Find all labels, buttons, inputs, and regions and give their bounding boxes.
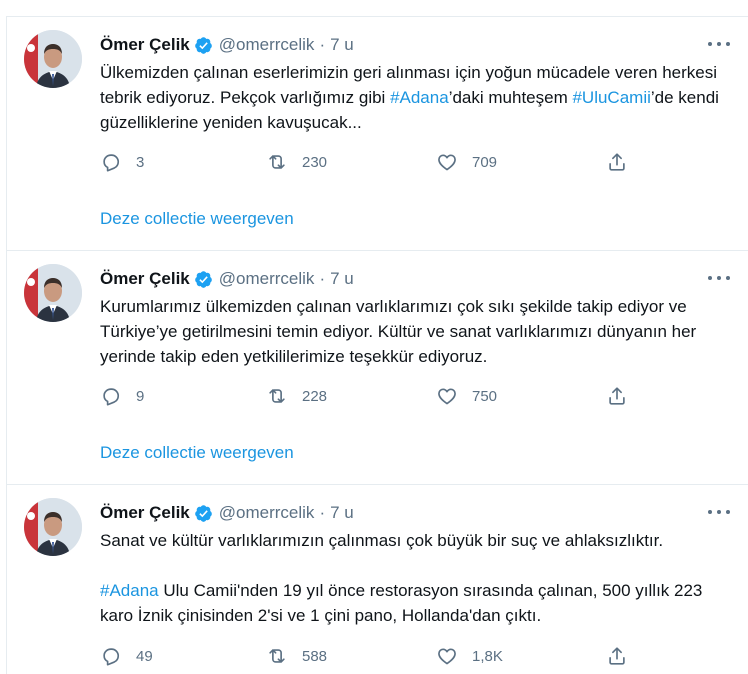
- tweet-1[interactable]: Ömer Çelik @omerrcelik · 7 u Ülkemizden …: [6, 17, 748, 249]
- like-button[interactable]: 709: [436, 150, 497, 174]
- separator: ·: [319, 503, 326, 522]
- retweet-icon: [266, 385, 288, 407]
- reply-count: 49: [136, 647, 153, 665]
- like-icon: [436, 151, 458, 173]
- separator: ·: [319, 35, 326, 54]
- verified-badge-icon: [194, 36, 213, 55]
- avatar[interactable]: [24, 498, 82, 556]
- tweet-text: Ülkemizden çalınan eserlerimizin geri al…: [100, 60, 730, 135]
- timestamp[interactable]: 7 u: [330, 269, 354, 289]
- timestamp[interactable]: 7 u: [330, 35, 354, 55]
- retweet-count: 228: [302, 387, 328, 405]
- share-icon: [606, 645, 628, 667]
- hashtag-link[interactable]: #Adana: [390, 88, 449, 107]
- reply-icon: [100, 645, 122, 667]
- author-handle[interactable]: @omerrcelik: [219, 503, 315, 523]
- verified-badge-icon: [194, 504, 213, 523]
- more-icon[interactable]: [708, 268, 730, 288]
- retweet-button[interactable]: 230: [266, 150, 327, 174]
- tweet-2[interactable]: Ömer Çelik @omerrcelik · 7 u Kurumlarımı…: [6, 251, 748, 483]
- retweet-count: 230: [302, 153, 328, 171]
- reply-count: 9: [136, 387, 145, 405]
- more-icon[interactable]: [708, 34, 730, 54]
- tweet-actions: 3 230 709: [100, 150, 640, 174]
- tweet-text: Kurumlarımız ülkemizden çalınan varlıkla…: [100, 294, 730, 369]
- share-button[interactable]: [606, 384, 628, 408]
- more-icon[interactable]: [708, 502, 730, 522]
- retweet-button[interactable]: 228: [266, 384, 327, 408]
- view-collection-link[interactable]: Deze collectie weergeven: [100, 443, 294, 463]
- reply-icon: [100, 385, 122, 407]
- like-icon: [436, 385, 458, 407]
- view-collection-link[interactable]: Deze collectie weergeven: [100, 209, 294, 229]
- reply-count: 3: [136, 153, 145, 171]
- author-handle[interactable]: @omerrcelik: [219, 35, 315, 55]
- retweet-icon: [266, 645, 288, 667]
- avatar[interactable]: [24, 264, 82, 322]
- like-count: 1,8K: [472, 647, 503, 665]
- share-button[interactable]: [606, 150, 628, 174]
- author-name[interactable]: Ömer Çelik: [100, 35, 190, 55]
- retweet-button[interactable]: 588: [266, 644, 327, 668]
- text-segment: Kurumlarımız ülkemizden çalınan varlıkla…: [100, 297, 697, 366]
- share-icon: [606, 151, 628, 173]
- tweet-3[interactable]: Ömer Çelik @omerrcelik · 7 u Sanat ve kü…: [6, 485, 748, 673]
- author-name[interactable]: Ömer Çelik: [100, 269, 190, 289]
- share-icon: [606, 385, 628, 407]
- hashtag-link[interactable]: #Adana: [100, 581, 159, 600]
- author-name[interactable]: Ömer Çelik: [100, 503, 190, 523]
- like-button[interactable]: 1,8K: [436, 644, 503, 668]
- separator: ·: [319, 269, 326, 288]
- tweet-actions: 49 588 1,8K: [100, 644, 640, 668]
- tweet-header: Ömer Çelik @omerrcelik · 7 u: [100, 34, 354, 56]
- reply-button[interactable]: 9: [100, 384, 144, 408]
- text-segment: ’daki muhteşem: [448, 88, 573, 107]
- verified-badge-icon: [194, 270, 213, 289]
- tweet-header: Ömer Çelik @omerrcelik · 7 u: [100, 502, 354, 524]
- share-button[interactable]: [606, 644, 628, 668]
- like-icon: [436, 645, 458, 667]
- text-paragraph: Sanat ve kültür varlıklarımızın çalınmas…: [100, 531, 664, 550]
- timestamp[interactable]: 7 u: [330, 503, 354, 523]
- avatar[interactable]: [24, 30, 82, 88]
- like-button[interactable]: 750: [436, 384, 497, 408]
- like-count: 709: [472, 153, 498, 171]
- retweet-icon: [266, 151, 288, 173]
- reply-button[interactable]: 49: [100, 644, 153, 668]
- tweet-text: Sanat ve kültür varlıklarımızın çalınmas…: [100, 528, 730, 628]
- like-count: 750: [472, 387, 498, 405]
- retweet-count: 588: [302, 647, 328, 665]
- reply-button[interactable]: 3: [100, 150, 144, 174]
- tweet-actions: 9 228 750: [100, 384, 640, 408]
- text-segment: Ulu Camii'nden 19 yıl önce restorasyon s…: [100, 581, 703, 625]
- reply-icon: [100, 151, 122, 173]
- author-handle[interactable]: @omerrcelik: [219, 269, 315, 289]
- hashtag-link[interactable]: #UluCamii: [572, 88, 650, 107]
- tweet-header: Ömer Çelik @omerrcelik · 7 u: [100, 268, 354, 290]
